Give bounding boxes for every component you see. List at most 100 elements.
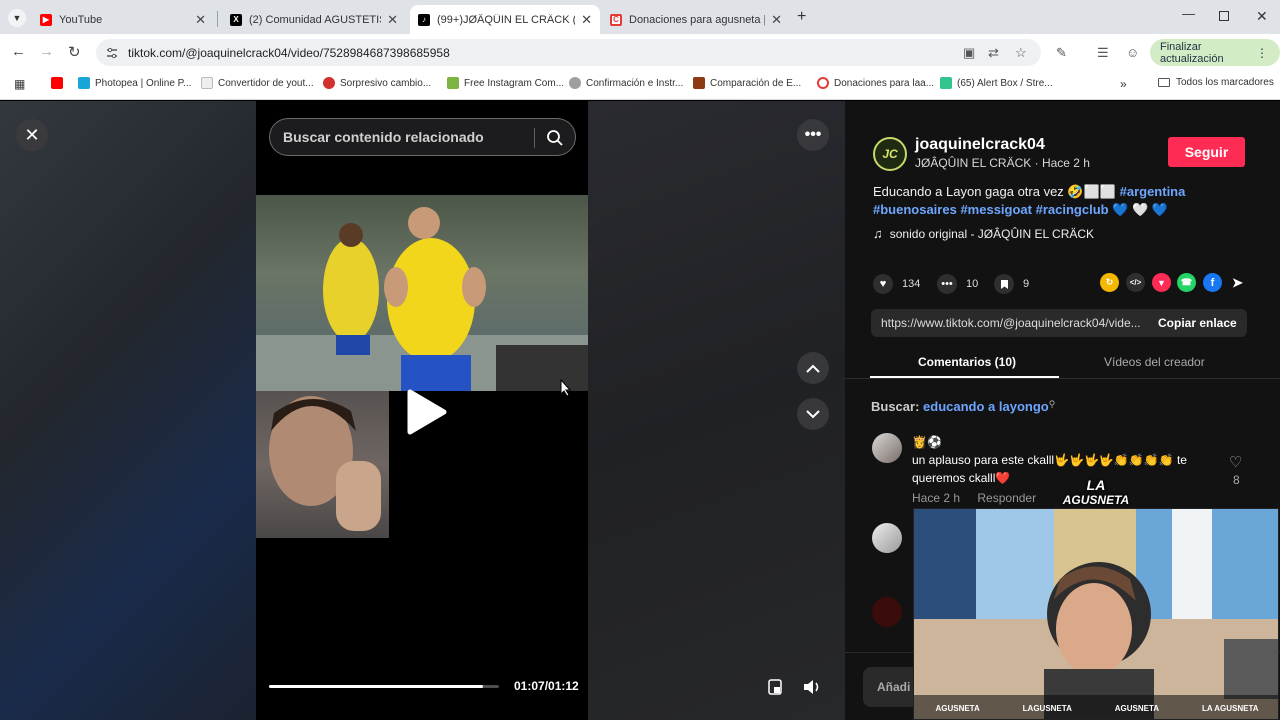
hashtag[interactable]: #messigoat: [960, 202, 1032, 217]
repost-icon[interactable]: ↻: [1100, 273, 1119, 292]
like-button[interactable]: ♥ 134: [873, 274, 920, 294]
like-count: 134: [902, 278, 921, 290]
bookmarks-bar: ▦ Photopea | Online P... Convertidor de …: [0, 70, 1280, 100]
creator-avatar[interactable]: JC: [873, 137, 907, 171]
save-button[interactable]: 9: [994, 274, 1029, 294]
heart-icon: ♥: [873, 274, 893, 294]
tab-creator-videos[interactable]: Vídeos del creador: [1104, 355, 1205, 369]
floating-player-icon[interactable]: [759, 671, 791, 703]
bookmark-label: Free Instagram Com...: [464, 77, 565, 89]
close-window-icon[interactable]: ✕: [1256, 8, 1268, 25]
tab-tiktok[interactable]: ♪ (99+)JØÂQÛIN EL CRÄCK (@joa ✕: [410, 5, 600, 34]
send-icon[interactable]: ▼: [1152, 273, 1171, 292]
news-icon: [323, 77, 335, 89]
more-menu-icon[interactable]: ⋮: [1256, 46, 1268, 60]
logo-bottom-text: AGUSNETA: [1062, 493, 1130, 507]
restore-window-icon[interactable]: [1219, 11, 1229, 21]
save-count: 9: [1023, 278, 1030, 290]
bookmark-comparacion[interactable]: Comparación de E...: [693, 77, 801, 89]
youtube-icon: [51, 77, 63, 89]
bookmark-confirmacion[interactable]: Confirmación e Instr...: [569, 77, 683, 89]
site-info-icon[interactable]: [106, 47, 118, 59]
tab-strip: ▼ ▶ YouTube ✕ X (2) Comunidad AGUSTETISM…: [0, 0, 1280, 34]
video-progress-bar[interactable]: [269, 685, 499, 688]
copy-link-button[interactable]: Copiar enlace: [1158, 316, 1237, 330]
commenter-avatar[interactable]: [872, 597, 902, 627]
caption-emojis: 💙 🤍 💙: [1112, 202, 1169, 217]
suggested-search[interactable]: Buscar: educando a layongo⚲: [871, 399, 1055, 414]
bookmark-label: Sorpresivo cambio...: [340, 77, 432, 89]
apps-grid-icon[interactable]: ▦: [14, 77, 25, 91]
minimize-window-icon[interactable]: —: [1182, 6, 1195, 21]
close-tab-icon[interactable]: ✕: [195, 12, 206, 28]
reply-button[interactable]: Responder: [977, 491, 1036, 505]
media-control-icon[interactable]: ☰: [1097, 45, 1109, 61]
search-label: Buscar:: [871, 399, 920, 414]
bookmark-alert-box[interactable]: (65) Alert Box / Stre...: [940, 77, 1053, 89]
related-search-input[interactable]: Buscar contenido relacionado: [269, 118, 576, 156]
hashtag[interactable]: #argentina: [1120, 184, 1186, 199]
creator-username[interactable]: joaquinelcrack04: [915, 136, 1045, 154]
comment-button[interactable]: ••• 10: [937, 274, 978, 294]
tab-comments[interactable]: Comentarios (10): [918, 355, 1016, 369]
folder-icon: [1158, 78, 1170, 87]
creator-display-name: JØÂQÛIN EL CRÄCK: [915, 156, 1032, 170]
volume-icon[interactable]: [796, 671, 828, 703]
translate-icon[interactable]: ⇄: [988, 45, 999, 61]
share-url[interactable]: https://www.tiktok.com/@joaquinelcrack04…: [871, 316, 1158, 330]
profile-icon[interactable]: ☺: [1126, 45, 1139, 60]
bookmark-star-icon[interactable]: ☆: [1015, 45, 1027, 61]
comment-author[interactable]: 👸⚽: [912, 433, 1212, 451]
next-video-icon[interactable]: [797, 398, 829, 430]
tiktok-icon: ♪: [418, 13, 430, 26]
close-tab-icon[interactable]: ✕: [387, 12, 398, 28]
hashtag[interactable]: #racingclub: [1036, 202, 1109, 217]
close-tab-icon[interactable]: ✕: [771, 12, 782, 28]
close-tab-icon[interactable]: ✕: [581, 12, 592, 28]
music-link[interactable]: ♫ sonido original - JØÂQÛIN EL CRÄCK: [873, 226, 1094, 241]
bookmark-free-instagram[interactable]: Free Instagram Com...: [447, 77, 564, 89]
hashtag[interactable]: #buenosaires: [873, 202, 957, 217]
facebook-icon[interactable]: f: [1203, 273, 1222, 292]
commenter-avatar[interactable]: [872, 523, 902, 553]
embed-code-icon[interactable]: </>: [1126, 273, 1145, 292]
comment-like-heart-icon[interactable]: ♡: [1229, 453, 1242, 471]
search-icon[interactable]: [546, 129, 564, 147]
toolbar: ← → ↻ tiktok.com/@joaquinelcrack04/video…: [0, 34, 1280, 70]
bookmark-donaciones[interactable]: Donaciones para laa...: [817, 77, 934, 89]
all-bookmarks-folder[interactable]: Todos los marcadores: [1158, 77, 1274, 88]
tab-search-button[interactable]: ▼: [8, 9, 26, 27]
commenter-avatar[interactable]: [872, 433, 902, 463]
tab-x-community[interactable]: X (2) Comunidad AGUSTETISMO ✕: [222, 5, 406, 34]
whatsapp-icon[interactable]: ☎: [1177, 273, 1196, 292]
install-app-icon[interactable]: ▣: [963, 45, 975, 61]
close-video-button[interactable]: ✕: [16, 119, 48, 151]
update-chrome-button[interactable]: Finalizar actualización ⋮: [1150, 39, 1280, 66]
previous-video-icon[interactable]: [797, 352, 829, 384]
reload-icon[interactable]: ↻: [68, 43, 81, 61]
address-bar[interactable]: tiktok.com/@joaquinelcrack04/video/75289…: [96, 39, 1041, 66]
photopea-icon: [78, 77, 90, 89]
bookmark-sorpresivo[interactable]: Sorpresivo cambio...: [323, 77, 431, 89]
play-icon[interactable]: [404, 388, 448, 441]
extensions-icon[interactable]: ✎: [1056, 45, 1067, 61]
search-query-link[interactable]: educando a layongo: [923, 399, 1049, 414]
new-tab-button[interactable]: +: [797, 8, 806, 26]
bookmark-convertidor[interactable]: Convertidor de yout...: [201, 77, 314, 89]
follow-button[interactable]: Seguir: [1168, 137, 1245, 167]
bookmark-label: Convertidor de yout...: [218, 77, 314, 89]
tab-donaciones[interactable]: C Donaciones para agusneta | Co ✕: [602, 5, 790, 34]
bookmark-photopea[interactable]: Photopea | Online P...: [78, 77, 191, 89]
bookmark-youtube[interactable]: [51, 77, 68, 89]
more-options-icon[interactable]: •••: [797, 119, 829, 151]
video-frame-image: [256, 195, 588, 391]
music-title: sonido original - JØÂQÛIN EL CRÄCK: [889, 226, 1095, 241]
share-arrow-icon[interactable]: ➤: [1228, 273, 1247, 292]
forward-arrow-icon[interactable]: →: [39, 43, 54, 60]
back-arrow-icon[interactable]: ←: [11, 43, 26, 60]
more-bookmarks-icon[interactable]: »: [1120, 77, 1127, 91]
tab-youtube[interactable]: ▶ YouTube ✕: [32, 5, 214, 34]
tab-title: (2) Comunidad AGUSTETISMO: [249, 13, 381, 26]
page-icon: [201, 77, 213, 89]
tab-title: Donaciones para agusneta | Co: [629, 13, 766, 26]
